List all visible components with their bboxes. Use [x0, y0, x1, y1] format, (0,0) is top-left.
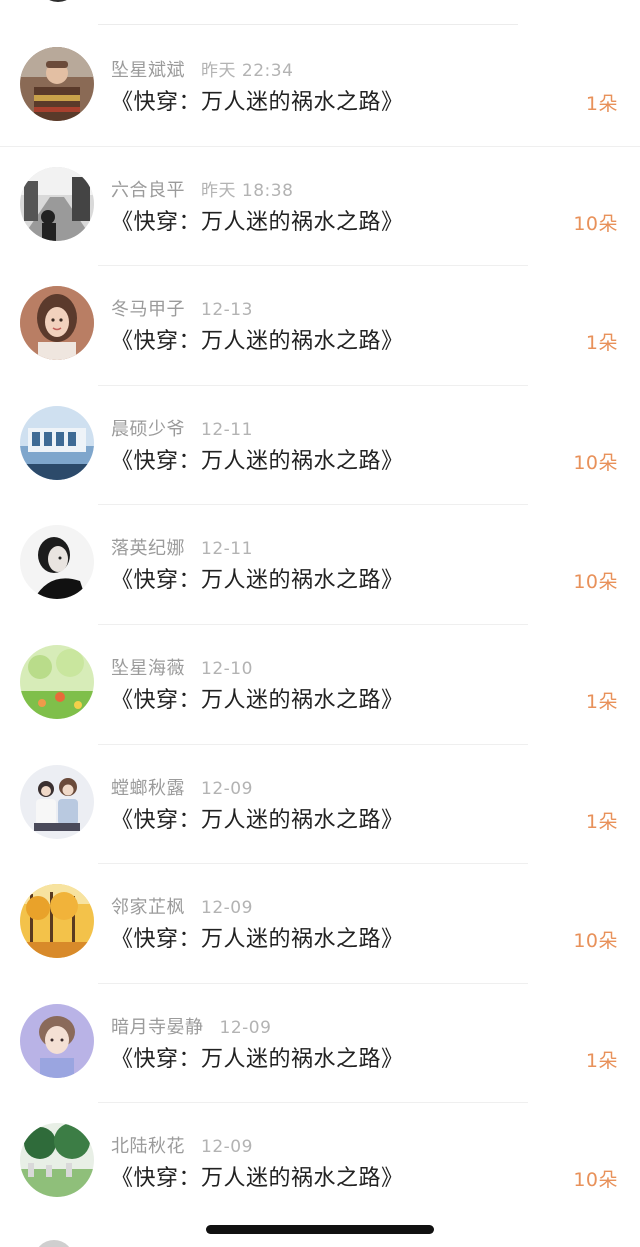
- building-photo-icon: [20, 405, 94, 480]
- sender-name[interactable]: 坠星海薇: [111, 658, 185, 679]
- gift-amount: 10朵: [573, 212, 618, 235]
- girl-photo-icon: [20, 286, 94, 361]
- flowers-illustration-icon: [20, 644, 94, 719]
- timestamp: 12-09: [219, 1017, 272, 1038]
- list-item[interactable]: 落英纪娜 12-11 《快穿：万人迷的祸水之路》 10朵: [0, 505, 640, 625]
- book-title[interactable]: 《快穿：万人迷的祸水之路》: [111, 562, 404, 594]
- gift-record-list: 坠星斌斌 昨天 22:34 《快穿：万人迷的祸水之路》 1朵 六合良平 昨天 18:…: [0, 27, 640, 1223]
- sender-name[interactable]: 六合良平: [111, 180, 185, 201]
- sender-name[interactable]: 晨硕少爷: [111, 419, 185, 440]
- gift-record-page: 坠星斌斌 昨天 22:34 《快穿：万人迷的祸水之路》 1朵 六合良平 昨天 18:…: [0, 0, 640, 1247]
- sender-name[interactable]: 螳螂秋露: [111, 778, 185, 799]
- timestamp: 昨天 22:34: [201, 61, 294, 81]
- park-photo-icon: [20, 1123, 94, 1198]
- list-item[interactable]: 六合良平 昨天 18:38 《快穿：万人迷的祸水之路》 10朵: [0, 147, 640, 267]
- avatar[interactable]: [20, 525, 94, 600]
- timestamp: 12-11: [201, 419, 253, 440]
- sender-name[interactable]: 邻家芷枫: [111, 897, 185, 918]
- gift-amount: 1朵: [585, 810, 618, 833]
- list-item[interactable]: 坠星斌斌 昨天 22:34 《快穿：万人迷的祸水之路》 1朵: [0, 27, 640, 147]
- gift-meta: 坠星斌斌 昨天 22:34: [111, 56, 293, 82]
- book-title[interactable]: 《快穿：万人迷的祸水之路》: [111, 1160, 404, 1192]
- avatar[interactable]: [20, 286, 94, 361]
- sender-name[interactable]: 冬马甲子: [111, 299, 185, 320]
- gift-meta: 暗月寺晏静 12-09: [111, 1013, 271, 1039]
- gift-amount: 10朵: [573, 451, 618, 474]
- gift-amount: 1朵: [585, 332, 618, 355]
- timestamp: 12-09: [201, 898, 253, 919]
- book-title[interactable]: 《快穿：万人迷的祸水之路》: [111, 84, 404, 116]
- boy-photo-icon: [20, 1003, 94, 1078]
- avatar[interactable]: [20, 644, 94, 719]
- baby-photo-icon: [20, 47, 94, 121]
- partial-avatar-bottom: [34, 1240, 74, 1247]
- gift-amount: 10朵: [573, 571, 618, 594]
- book-title[interactable]: 《快穿：万人迷的祸水之路》: [111, 443, 404, 475]
- gift-meta: 螳螂秋露 12-09: [111, 774, 253, 800]
- list-item[interactable]: 暗月寺晏静 12-09 《快穿：万人迷的祸水之路》 1朵: [0, 984, 640, 1104]
- sender-name[interactable]: 暗月寺晏静: [111, 1017, 204, 1038]
- timestamp: 12-13: [201, 300, 253, 321]
- timestamp: 12-09: [201, 778, 253, 799]
- book-title[interactable]: 《快穿：万人迷的祸水之路》: [111, 1041, 404, 1073]
- gift-meta: 北陆秋花 12-09: [111, 1132, 253, 1158]
- gift-meta: 冬马甲子 12-13: [111, 295, 253, 321]
- gift-meta: 邻家芷枫 12-09: [111, 893, 253, 919]
- list-item[interactable]: 冬马甲子 12-13 《快穿：万人迷的祸水之路》 1朵: [0, 266, 640, 386]
- avatar[interactable]: [20, 764, 94, 839]
- gift-meta: 晨硕少爷 12-11: [111, 415, 253, 441]
- list-item[interactable]: 晨硕少爷 12-11 《快穿：万人迷的祸水之路》 10朵: [0, 386, 640, 506]
- sender-name[interactable]: 北陆秋花: [111, 1136, 185, 1157]
- home-indicator[interactable]: [206, 1225, 434, 1234]
- avatar[interactable]: [20, 1003, 94, 1078]
- gift-amount: 1朵: [585, 690, 618, 713]
- list-item[interactable]: 邻家芷枫 12-09 《快穿：万人迷的祸水之路》 10朵: [0, 864, 640, 984]
- list-item[interactable]: 螳螂秋露 12-09 《快穿：万人迷的祸水之路》 1朵: [0, 745, 640, 865]
- list-item[interactable]: 坠星海薇 12-10 《快穿：万人迷的祸水之路》 1朵: [0, 625, 640, 745]
- partial-avatar-top: [38, 0, 78, 2]
- timestamp: 12-11: [201, 539, 253, 560]
- gift-amount: 10朵: [573, 930, 618, 953]
- sender-name[interactable]: 落英纪娜: [111, 538, 185, 559]
- portrait-photo-icon: [20, 525, 94, 600]
- gift-meta: 六合良平 昨天 18:38: [111, 176, 293, 202]
- book-title[interactable]: 《快穿：万人迷的祸水之路》: [111, 802, 404, 834]
- autumn-trees-photo-icon: [20, 884, 94, 959]
- book-title[interactable]: 《快穿：万人迷的祸水之路》: [111, 204, 404, 236]
- couple-photo-icon: [20, 764, 94, 839]
- list-item[interactable]: 北陆秋花 12-09 《快穿：万人迷的祸水之路》 10朵: [0, 1103, 640, 1223]
- avatar[interactable]: [20, 405, 94, 480]
- timestamp: 昨天 18:38: [201, 180, 294, 201]
- avatar[interactable]: [20, 166, 94, 241]
- book-title[interactable]: 《快穿：万人迷的祸水之路》: [111, 682, 404, 714]
- gift-amount: 10朵: [573, 1169, 618, 1192]
- avatar[interactable]: [20, 1123, 94, 1198]
- divider: [98, 24, 518, 25]
- timestamp: 12-09: [201, 1137, 253, 1158]
- book-title[interactable]: 《快穿：万人迷的祸水之路》: [111, 921, 404, 953]
- gift-meta: 落英纪娜 12-11: [111, 534, 253, 560]
- gift-amount: 1朵: [585, 1049, 618, 1072]
- gift-amount: 1朵: [585, 93, 618, 115]
- timestamp: 12-10: [201, 658, 253, 679]
- avatar[interactable]: [20, 47, 94, 121]
- avatar[interactable]: [20, 884, 94, 959]
- book-title[interactable]: 《快穿：万人迷的祸水之路》: [111, 323, 404, 355]
- street-photo-icon: [20, 166, 94, 241]
- gift-meta: 坠星海薇 12-10: [111, 654, 253, 680]
- sender-name[interactable]: 坠星斌斌: [111, 60, 185, 81]
